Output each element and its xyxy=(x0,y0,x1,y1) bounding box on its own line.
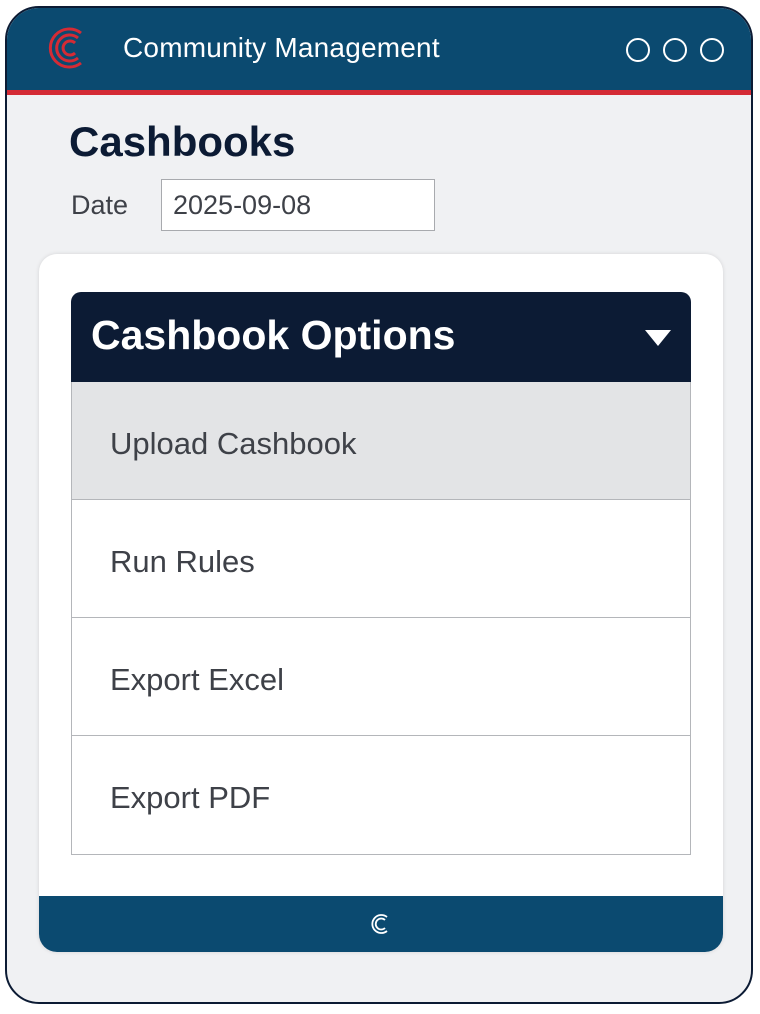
date-input[interactable] xyxy=(161,179,435,231)
window-control-3-icon[interactable] xyxy=(700,38,724,62)
date-label: Date xyxy=(71,190,129,220)
card-footer xyxy=(39,896,723,952)
page-title: Cashbooks xyxy=(69,118,296,165)
window-control-2-icon[interactable] xyxy=(663,38,687,62)
menu-item-label: Export PDF xyxy=(110,780,271,815)
title-bar: Community Management xyxy=(7,8,751,95)
menu-item-export-excel[interactable]: Export Excel xyxy=(72,618,690,736)
menu-item-upload-cashbook[interactable]: Upload Cashbook xyxy=(72,382,690,500)
menu-item-label: Export Excel xyxy=(110,662,285,697)
app-title: Community Management xyxy=(123,32,440,63)
menu-item-export-pdf[interactable]: Export PDF xyxy=(72,736,690,854)
dropdown-title: Cashbook Options xyxy=(91,312,456,358)
community-footer-logo-icon xyxy=(371,914,388,934)
caret-down-icon xyxy=(645,330,671,346)
menu-item-label: Run Rules xyxy=(110,544,255,579)
app-window: Community Management Cashbooks Date Cash… xyxy=(5,6,753,1004)
window-control-1-icon[interactable] xyxy=(626,38,650,62)
menu-item-label: Upload Cashbook xyxy=(110,426,357,461)
cashbook-options-dropdown[interactable]: Cashbook Options xyxy=(71,292,691,382)
options-card: Cashbook Options Upload Cashbook Run Rul… xyxy=(39,254,723,952)
menu-item-run-rules[interactable]: Run Rules xyxy=(72,500,690,618)
options-menu: Upload Cashbook Run Rules Export Excel E… xyxy=(71,382,691,855)
community-logo-icon xyxy=(48,27,82,69)
